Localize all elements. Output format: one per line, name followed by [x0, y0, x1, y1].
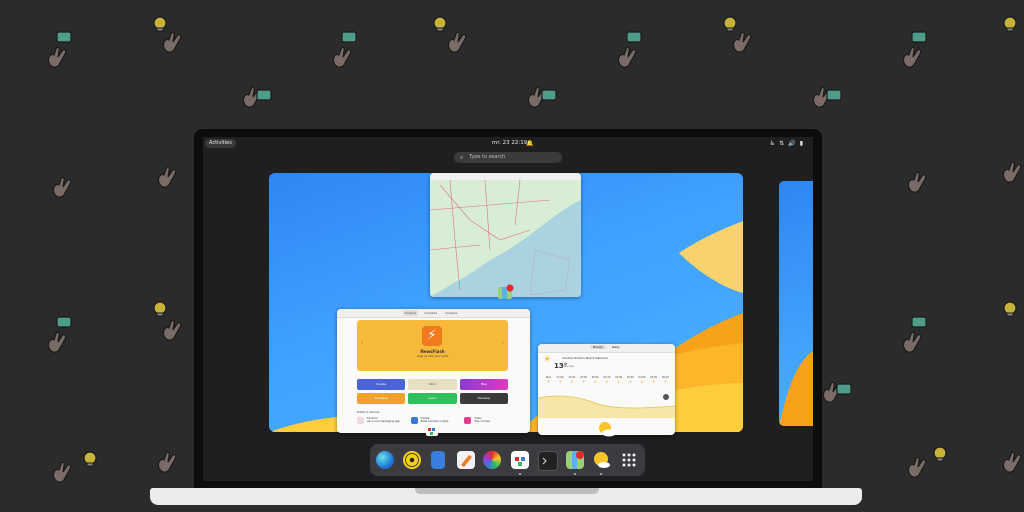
hour-item: 03:00 ☀ — [626, 376, 634, 384]
category-work[interactable]: Work — [408, 379, 457, 390]
weather-condition: Clear sky — [562, 365, 574, 368]
hourly-forecast: Now ☀ 21:00 ☀ 22:00 ☀ 23:00 ☀ 00:00 ☀ 01:00 ☀ … — [543, 376, 671, 384]
category-grid: Create Work Play Socialize Learn Develop — [357, 379, 508, 404]
volume-icon: 🔊 — [788, 140, 800, 147]
search-placeholder: Type to search — [469, 154, 506, 160]
running-indicator — [519, 473, 521, 475]
hour-item: Now ☀ — [545, 376, 552, 384]
search-bar[interactable]: ⌕ Type to search — [454, 152, 562, 163]
app-icon — [464, 417, 472, 424]
tab-hourly[interactable]: Hourly — [590, 345, 606, 349]
category-develop[interactable]: Develop — [459, 393, 508, 404]
maps-icon[interactable] — [566, 451, 584, 469]
app-desc: Play movies — [474, 420, 490, 423]
hour-item: 21:00 ☀ — [556, 376, 564, 384]
weather-window-header: Hourly Daily — [538, 344, 675, 353]
app-grid-icon[interactable] — [620, 451, 638, 469]
software-window[interactable]: Explore Installed Updates ‹ ⚡ NewsFlash … — [337, 309, 530, 433]
tab-daily[interactable]: Daily — [612, 345, 620, 349]
tab-updates[interactable]: Updates — [443, 310, 459, 316]
app-tile[interactable]: Video Play movies — [464, 417, 508, 424]
hour-item: 06:00 ☀ — [661, 376, 669, 384]
clock[interactable]: mr. 23 22:19 — [492, 139, 527, 148]
featured-app-name: NewsFlash — [420, 349, 445, 354]
hour-item: 04:00 ☀ — [638, 376, 646, 384]
banner-next-icon[interactable]: › — [502, 340, 504, 346]
weather-window-icon — [597, 421, 617, 441]
featured-app-description: Keep up with your feeds — [416, 355, 449, 358]
hour-item: 01:00 ☀ — [603, 376, 611, 384]
running-indicator — [574, 473, 576, 475]
software-window-icon — [425, 422, 439, 441]
app-icon — [410, 417, 418, 424]
tab-installed[interactable]: Installed — [422, 310, 439, 316]
category-play[interactable]: Play — [459, 379, 508, 390]
files-icon[interactable] — [431, 451, 445, 469]
map-drawing — [430, 179, 581, 297]
hour-item: 00:00 ☀ — [591, 376, 599, 384]
terminal-icon[interactable] — [538, 451, 558, 471]
hour-item: 05:00 ☀ — [650, 376, 658, 384]
hour-item: 22:00 ☀ — [568, 376, 576, 384]
software-window-header: Explore Installed Updates — [337, 309, 530, 318]
search-icon: ⌕ — [460, 154, 464, 161]
tab-explore[interactable]: Explore — [403, 310, 419, 316]
weather-location[interactable]: Central Ontario Brant Oakland — [562, 356, 608, 360]
software-tabs: Explore Installed Updates — [403, 310, 459, 316]
screen: Activities mr. 23 22:19 🔔 ♿⇅🔊▮ ⌕ Type to… — [203, 137, 813, 481]
software-icon[interactable] — [511, 451, 529, 469]
hour-item: 02:00 ☀ — [615, 376, 623, 384]
graph-next-button[interactable] — [663, 394, 669, 400]
app-tile[interactable]: Ferdium All-in-one messaging app — [357, 417, 401, 424]
banner-prev-icon[interactable]: ‹ — [361, 340, 363, 346]
category-create[interactable]: Create — [357, 379, 406, 390]
laptop-base-notch — [415, 488, 599, 494]
newsflash-icon: ⚡ — [422, 326, 442, 346]
web-browser-icon[interactable] — [376, 451, 394, 469]
weather-icon[interactable] — [592, 451, 610, 469]
dock — [370, 444, 645, 476]
network-icon: ⇅ — [779, 140, 789, 147]
map-view — [430, 179, 581, 297]
rhythmbox-icon[interactable] — [403, 451, 421, 469]
app-desc: All-in-one messaging app — [367, 420, 400, 423]
running-indicator — [600, 473, 602, 475]
sun-icon: ☀ — [543, 355, 552, 365]
category-learn[interactable]: Learn — [408, 393, 457, 404]
next-workspace-preview[interactable] — [779, 181, 813, 426]
battery-icon: ▮ — [799, 140, 807, 147]
hour-item: 23:00 ☀ — [580, 376, 587, 384]
bell-icon[interactable]: 🔔 — [526, 139, 533, 148]
text-editor-icon[interactable] — [457, 451, 475, 469]
app-icon — [357, 417, 364, 424]
temperature-graph — [538, 394, 675, 418]
top-bar: Activities mr. 23 22:19 🔔 ♿⇅🔊▮ — [203, 137, 813, 150]
section-title: Editor's Choice — [357, 410, 380, 414]
color-wheel-icon[interactable] — [483, 451, 501, 469]
maps-window-icon — [497, 284, 515, 304]
activities-button[interactable]: Activities — [205, 139, 236, 148]
accessibility-icon: ♿ — [769, 140, 780, 147]
featured-banner[interactable]: ‹ ⚡ NewsFlash Keep up with your feeds › — [357, 320, 508, 371]
system-tray[interactable]: ♿⇅🔊▮ — [770, 139, 807, 148]
next-workspace-waves — [779, 351, 813, 426]
maps-window[interactable] — [430, 173, 581, 297]
category-socialize[interactable]: Socialize — [357, 393, 406, 404]
